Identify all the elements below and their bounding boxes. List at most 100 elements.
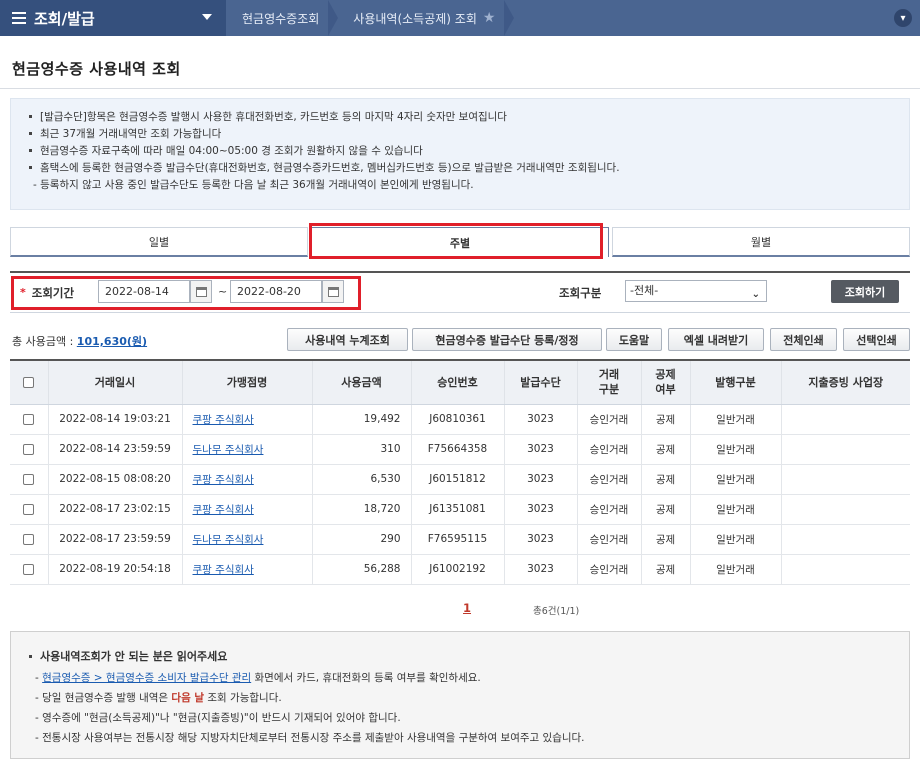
cumulative-usage-button[interactable]: 사용내역 누계조회 — [287, 328, 408, 351]
issue-type-cell: 일반거래 — [689, 404, 781, 435]
print-all-button[interactable]: 전체인쇄 — [770, 328, 837, 351]
help-title: 사용내역조회가 안 되는 분은 읽어주세요 — [29, 648, 891, 664]
excel-download-button[interactable]: 엑셀 내려받기 — [668, 328, 764, 351]
column-header: 거래 구분 — [576, 359, 641, 405]
row-checkbox[interactable] — [23, 563, 35, 575]
column-header: 거래일시 — [47, 359, 182, 405]
register-method-button[interactable]: 현금영수증 발급수단 등록/정정 — [412, 328, 602, 351]
query-type-value: -전체- — [630, 284, 659, 297]
date-cell: 2022-08-15 08:08:20 — [47, 464, 182, 495]
method-cell: 3023 — [503, 494, 577, 525]
deduct-cell: 공제 — [640, 524, 690, 555]
table-row: 2022-08-15 08:08:20 쿠팡 주식회사 6,530 J60151… — [10, 464, 910, 495]
chevron-down-icon: ⌄ — [751, 289, 760, 300]
help-text: 조회 가능합니다. — [204, 692, 282, 704]
help-button[interactable]: 도움말 — [606, 328, 662, 351]
bullet-icon — [29, 165, 32, 169]
notice-box: [발급수단]항목은 현금영수증 발행시 사용한 휴대전화번호, 카드번호 등의 … — [10, 98, 910, 210]
record-count: 총6건(1/1) — [533, 606, 580, 617]
approval-cell: F75664358 — [410, 434, 504, 465]
notice-item: [발급수단]항목은 현금영수증 발행시 사용한 휴대전화번호, 카드번호 등의 … — [29, 109, 891, 126]
select-all-checkbox[interactable] — [23, 377, 35, 389]
notice-text: 현금영수증 자료구축에 따라 매일 04:00~05:00 경 조회가 원활하지… — [40, 145, 423, 157]
chevron-down-icon — [202, 14, 212, 20]
row-checkbox[interactable] — [23, 473, 35, 485]
divider — [0, 88, 920, 89]
highlight-box-tab — [309, 223, 603, 259]
amount-cell: 56,288 — [311, 554, 411, 585]
row-select-cell — [10, 404, 48, 435]
help-method-management-link[interactable]: 현금영수증 > 현금영수증 소비자 발급수단 관리 — [42, 672, 251, 684]
row-checkbox[interactable] — [23, 413, 35, 425]
row-select-cell — [10, 524, 48, 555]
usage-table: 거래일시 가맹점명 사용금액 승인번호 발급수단 거래 구분 공제 여부 발행구… — [10, 359, 910, 585]
help-line: - 영수증에 "현금(소득공제)"나 "현금(지출증빙)"이 반드시 기재되어 … — [29, 708, 891, 728]
search-button[interactable]: 조회하기 — [831, 280, 899, 303]
trade-type-cell: 승인거래 — [576, 464, 641, 495]
help-highlight: 다음 날 — [171, 692, 205, 704]
issue-type-cell: 일반거래 — [689, 554, 781, 585]
merchant-link[interactable]: 쿠팡 주식회사 — [181, 554, 312, 585]
row-checkbox[interactable] — [23, 503, 35, 515]
date-cell: 2022-08-14 19:03:21 — [47, 404, 182, 435]
top-nav-bar: 조회/발급 현금영수증조회 사용내역(소득공제) 조회 ★ ▾ — [0, 0, 920, 36]
query-type-label: 조회구분 — [559, 286, 602, 300]
business-cell — [780, 524, 910, 555]
merchant-link[interactable]: 두나무 주식회사 — [181, 524, 312, 555]
business-cell — [780, 464, 910, 495]
merchant-link[interactable]: 쿠팡 주식회사 — [181, 494, 312, 525]
row-checkbox[interactable] — [23, 533, 35, 545]
star-icon[interactable]: ★ — [483, 10, 496, 26]
column-header: 공제 여부 — [640, 359, 690, 405]
bullet-icon — [29, 148, 32, 152]
start-date-input[interactable]: 2022-08-14 — [98, 280, 190, 303]
menu-label: 조회/발급 — [34, 9, 95, 28]
breadcrumb-usage-history[interactable]: 사용내역(소득공제) 조회 ★ — [337, 0, 515, 36]
merchant-link[interactable]: 쿠팡 주식회사 — [181, 464, 312, 495]
notice-text: 최근 37개월 거래내역만 조회 가능합니다 — [40, 128, 222, 140]
page-link-current[interactable]: 1 — [463, 601, 471, 615]
total-amount-link[interactable]: 101,630(원) — [77, 335, 147, 348]
approval-cell: J60810361 — [410, 404, 504, 435]
tab-monthly[interactable]: 월별 — [612, 227, 910, 257]
expand-chevron-icon[interactable]: ▾ — [894, 9, 912, 27]
hamburger-icon — [12, 12, 26, 24]
deduct-cell: 공제 — [640, 554, 690, 585]
merchant-link[interactable]: 쿠팡 주식회사 — [181, 404, 312, 435]
help-text: 당일 현금영수증 발행 내역은 — [42, 692, 172, 704]
calendar-button-start[interactable] — [190, 280, 212, 303]
date-cell: 2022-08-17 23:02:15 — [47, 494, 182, 525]
business-cell — [780, 554, 910, 585]
column-header: 사용금액 — [311, 359, 411, 405]
menu-button[interactable]: 조회/발급 — [0, 0, 226, 36]
issue-type-cell: 일반거래 — [689, 434, 781, 465]
method-cell: 3023 — [503, 554, 577, 585]
help-title-text: 사용내역조회가 안 되는 분은 읽어주세요 — [40, 650, 228, 663]
end-date-input[interactable]: 2022-08-20 — [230, 280, 322, 303]
merchant-link[interactable]: 두나무 주식회사 — [181, 434, 312, 465]
calendar-button-end[interactable] — [322, 280, 344, 303]
approval-cell: J61002192 — [410, 554, 504, 585]
approval-cell: F76595115 — [410, 524, 504, 555]
query-type-select[interactable]: -전체- ⌄ — [625, 280, 767, 302]
select-all-header — [10, 359, 48, 405]
notice-item: 최근 37개월 거래내역만 조회 가능합니다 — [29, 126, 891, 143]
amount-cell: 290 — [311, 524, 411, 555]
business-cell — [780, 404, 910, 435]
approval-cell: J61351081 — [410, 494, 504, 525]
table-header-row: 거래일시 가맹점명 사용금액 승인번호 발급수단 거래 구분 공제 여부 발행구… — [10, 359, 910, 405]
print-selected-button[interactable]: 선택인쇄 — [843, 328, 910, 351]
method-cell: 3023 — [503, 434, 577, 465]
row-select-cell — [10, 494, 48, 525]
column-header: 발급수단 — [503, 359, 577, 405]
deduct-cell: 공제 — [640, 404, 690, 435]
business-cell — [780, 494, 910, 525]
tab-daily[interactable]: 일별 — [10, 227, 308, 257]
issue-type-cell: 일반거래 — [689, 494, 781, 525]
breadcrumb-cash-receipt[interactable]: 현금영수증조회 — [226, 0, 339, 36]
method-cell: 3023 — [503, 464, 577, 495]
table-row: 2022-08-14 19:03:21 쿠팡 주식회사 19,492 J6081… — [10, 404, 910, 435]
trade-type-cell: 승인거래 — [576, 404, 641, 435]
column-header: 발행구분 — [689, 359, 781, 405]
row-checkbox[interactable] — [23, 443, 35, 455]
